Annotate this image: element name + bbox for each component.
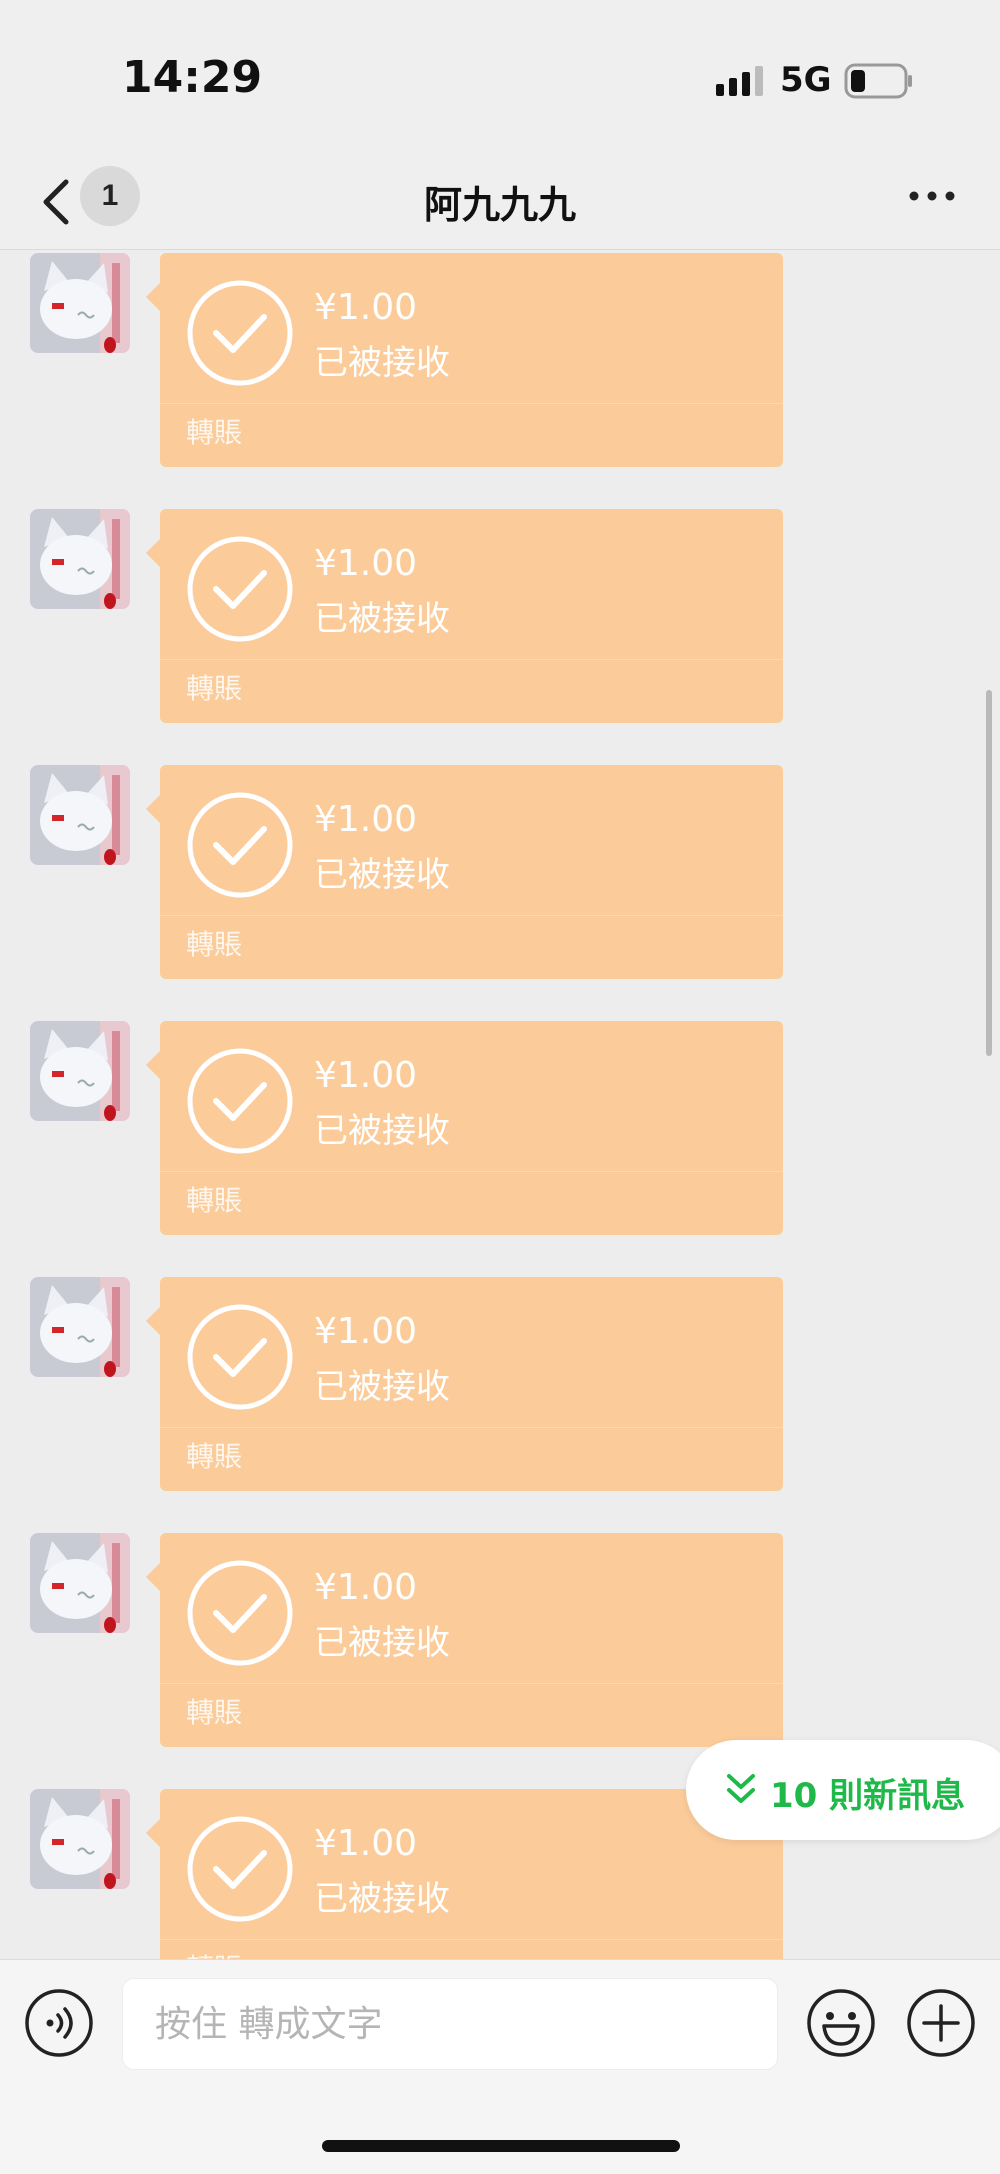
transfer-status: 已被接收	[314, 1111, 450, 1151]
avatar-cat-image	[30, 1277, 130, 1377]
transfer-label: 轉賬	[186, 1184, 243, 1217]
card-divider	[160, 915, 783, 916]
transfer-label: 轉賬	[186, 1947, 242, 1959]
transfer-label: 轉賬	[186, 1440, 243, 1473]
message-row: ¥1.00 已被接收 轉賬	[0, 1533, 1000, 1753]
avatar[interactable]	[30, 765, 130, 865]
card-divider	[160, 403, 783, 404]
check-circle-icon	[187, 1048, 293, 1154]
network-label: 5G	[780, 60, 832, 100]
check-circle-icon	[187, 1304, 293, 1410]
transfer-label: 轉賬	[186, 1696, 243, 1729]
avatar-cat-image	[30, 509, 130, 609]
transfer-status: 已被接收	[314, 1879, 450, 1919]
message-row: ¥1.00 已被接收 轉賬	[0, 253, 1000, 473]
card-divider	[160, 1939, 783, 1940]
message-input[interactable]	[122, 1978, 778, 2070]
message-row: ¥1.00 已被接收 轉賬	[0, 509, 1000, 729]
transfer-amount: ¥1.00	[314, 1055, 418, 1096]
transfer-card[interactable]: ¥1.00 已被接收 轉賬	[146, 1277, 783, 1491]
new-messages-button[interactable]: 10 則新訊息	[686, 1740, 1000, 1840]
transfer-card[interactable]: ¥1.00 已被接收 轉賬	[146, 1533, 783, 1747]
voice-input-icon[interactable]	[24, 1988, 94, 2058]
transfer-amount: ¥1.00	[314, 1567, 418, 1608]
double-chevron-down-icon	[727, 1774, 755, 1803]
transfer-card[interactable]: ¥1.00 已被接收 轉賬	[146, 253, 783, 467]
transfer-amount: ¥1.00	[314, 543, 418, 584]
more-options-icon[interactable]	[908, 186, 956, 206]
new-messages-text: 10 則新訊息	[770, 1776, 966, 1816]
message-list[interactable]: ¥1.00 已被接收 轉賬 ¥1.00 已被接收 轉賬 ¥1.00 已被接收 轉…	[0, 251, 1000, 1959]
check-circle-icon	[187, 792, 293, 898]
card-divider	[160, 1683, 783, 1684]
message-row: ¥1.00 已被接收 轉賬	[0, 1021, 1000, 1241]
transfer-status: 已被接收	[314, 1623, 450, 1663]
battery-icon	[844, 63, 912, 99]
transfer-status: 已被接收	[314, 343, 450, 383]
transfer-status: 已被接收	[314, 855, 450, 895]
transfer-card[interactable]: ¥1.00 已被接收 轉賬	[146, 765, 783, 979]
card-divider	[160, 1171, 783, 1172]
avatar-cat-image	[30, 765, 130, 865]
avatar[interactable]	[30, 1021, 130, 1121]
check-circle-icon	[187, 536, 293, 642]
message-row: ¥1.00 已被接收 轉賬	[0, 765, 1000, 985]
avatar[interactable]	[30, 1789, 130, 1889]
transfer-amount: ¥1.00	[314, 1311, 418, 1352]
plus-icon[interactable]	[906, 1988, 976, 2058]
avatar-cat-image	[30, 253, 130, 353]
transfer-status: 已被接收	[314, 599, 450, 639]
avatar-cat-image	[30, 1533, 130, 1633]
transfer-card[interactable]: ¥1.00 已被接收 轉賬	[146, 1789, 783, 1959]
card-divider	[160, 659, 783, 660]
status-time: 14:29	[122, 52, 263, 103]
avatar[interactable]	[30, 253, 130, 353]
avatar[interactable]	[30, 509, 130, 609]
chat-nav-bar: 1 阿九九九	[0, 160, 1000, 250]
avatar[interactable]	[30, 1533, 130, 1633]
transfer-amount: ¥1.00	[314, 799, 418, 840]
signal-icon	[716, 66, 763, 96]
card-divider	[160, 1427, 783, 1428]
transfer-label: 轉賬	[186, 928, 243, 961]
status-bar: 14:29 5G	[0, 0, 1000, 160]
transfer-label: 轉賬	[186, 672, 243, 705]
transfer-card[interactable]: ¥1.00 已被接收 轉賬	[146, 509, 783, 723]
emoji-icon[interactable]	[806, 1988, 876, 2058]
message-row: ¥1.00 已被接收 轉賬	[0, 1277, 1000, 1497]
scrollbar[interactable]	[986, 690, 992, 1056]
transfer-status: 已被接收	[314, 1367, 450, 1407]
transfer-amount: ¥1.00	[314, 287, 418, 328]
transfer-label: 轉賬	[186, 416, 243, 449]
avatar-cat-image	[30, 1021, 130, 1121]
avatar-cat-image	[30, 1789, 130, 1889]
home-indicator[interactable]	[322, 2140, 680, 2152]
avatar[interactable]	[30, 1277, 130, 1377]
check-circle-icon	[187, 280, 293, 386]
chat-title: 阿九九九	[423, 183, 576, 227]
transfer-card[interactable]: ¥1.00 已被接收 轉賬	[146, 1021, 783, 1235]
check-circle-icon	[187, 1560, 293, 1666]
check-circle-icon	[187, 1816, 293, 1922]
transfer-amount: ¥1.00	[314, 1823, 418, 1864]
